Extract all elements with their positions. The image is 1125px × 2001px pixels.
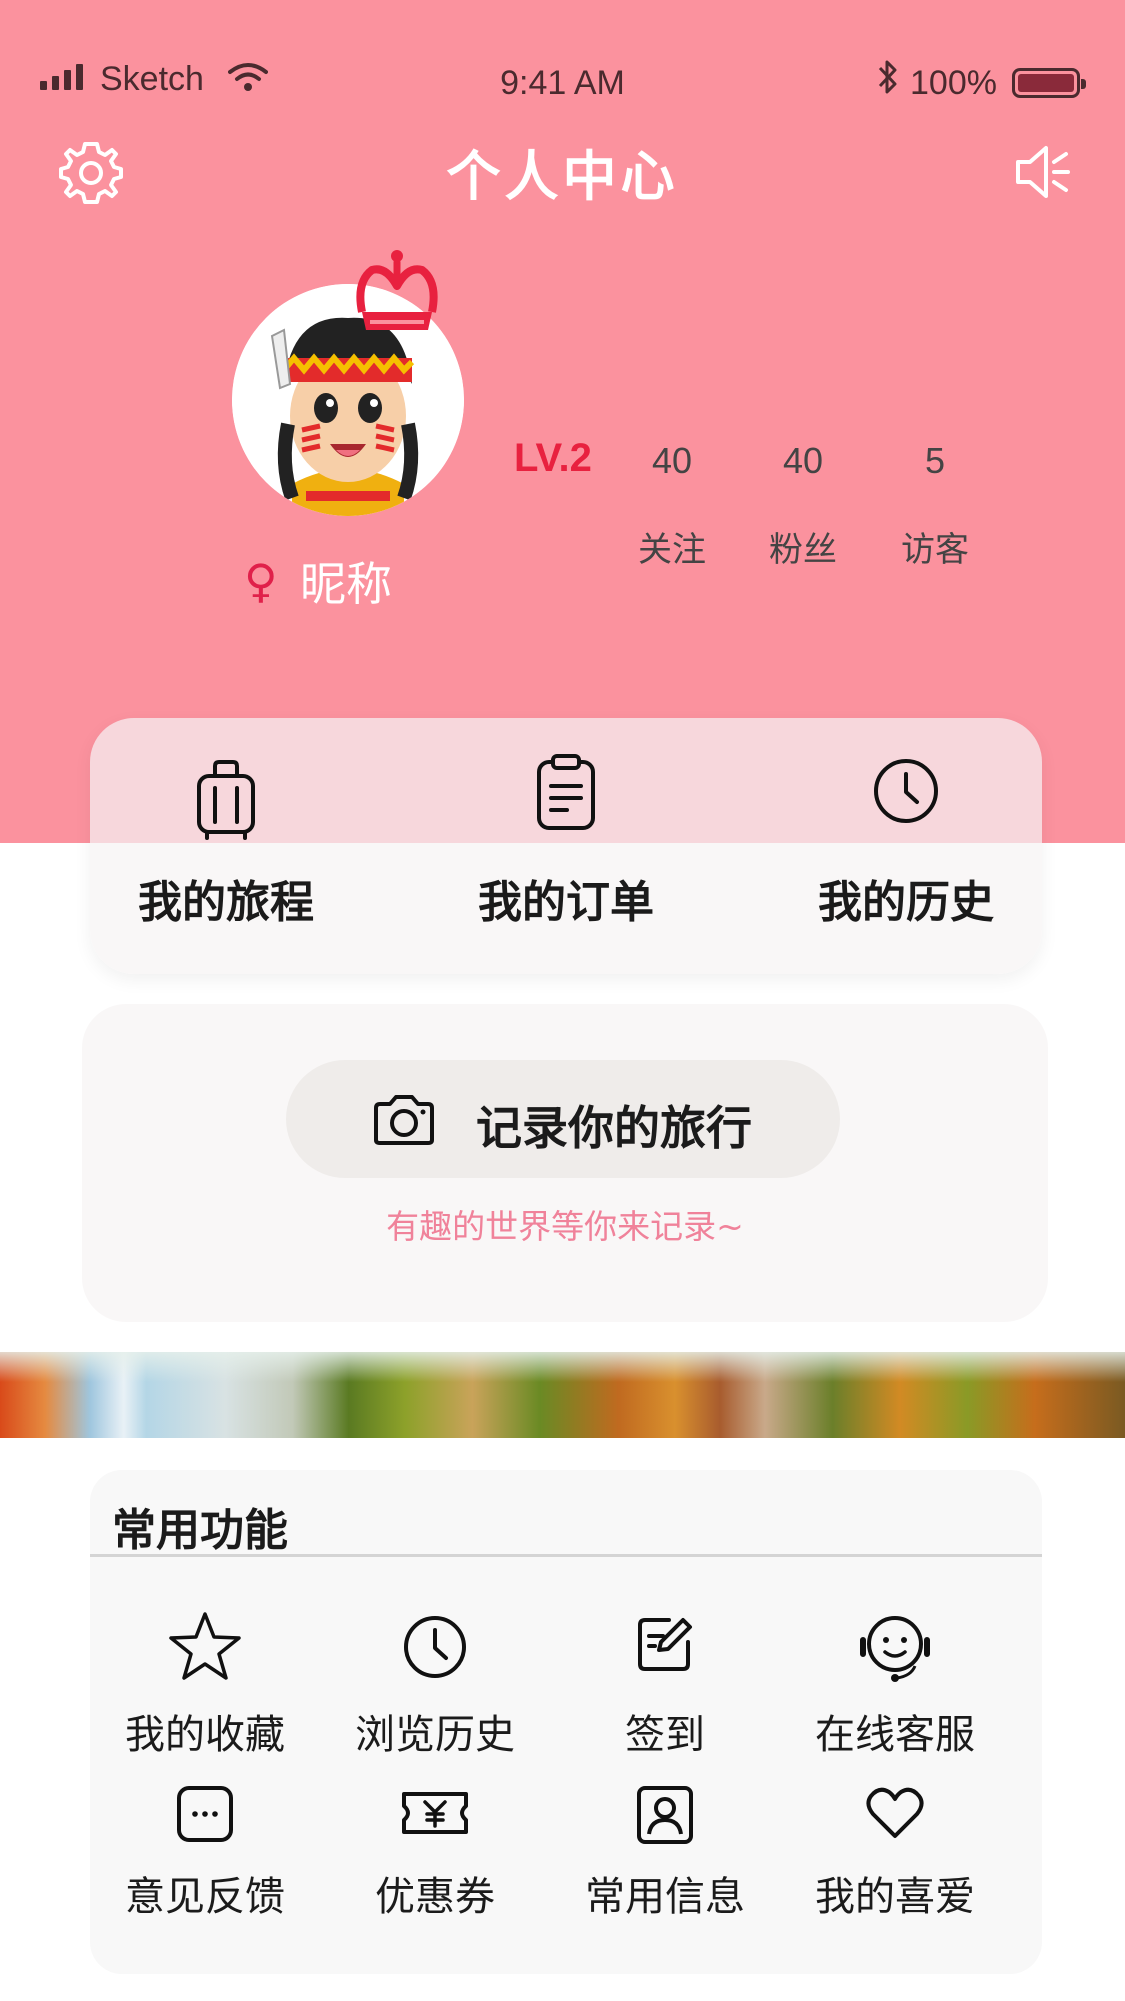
features-divider xyxy=(90,1554,1042,1557)
feature-browse-history[interactable]: 浏览历史 xyxy=(320,1610,550,1770)
quick-actions-card: 我的旅程 我的订单 我的历史 xyxy=(90,718,1042,974)
stat-visitors-count: 5 xyxy=(924,440,946,481)
record-travel-subtitle: 有趣的世界等你来记录~ xyxy=(386,1207,744,1246)
features-title: 常用功能 xyxy=(112,1505,288,1556)
my-orders-label: 我的订单 xyxy=(478,877,654,928)
status-bar: Sketch 9:41 AM 100% xyxy=(0,56,1125,116)
feature-my-likes[interactable]: 我的喜爱 xyxy=(780,1787,1010,1948)
my-orders-button[interactable]: 我的订单 xyxy=(446,718,686,974)
headset-icon xyxy=(860,1616,930,1682)
contact-icon xyxy=(637,1786,693,1844)
feature-coupons[interactable]: 优惠券 xyxy=(320,1788,550,1948)
luggage-icon xyxy=(197,760,255,840)
record-travel-button[interactable]: 记录你的旅行 xyxy=(286,1060,840,1178)
feature-coupons-label: 优惠券 xyxy=(375,1874,495,1920)
feature-my-likes-label: 我的喜爱 xyxy=(815,1874,975,1920)
bluetooth-icon xyxy=(878,60,897,94)
clock-icon xyxy=(404,1616,466,1678)
common-features-card: 常用功能 我的收藏 浏览历史 签到 在线客服 意见反馈 优惠券 常用信息 我的喜… xyxy=(90,1470,1042,1974)
feature-checkin-label: 签到 xyxy=(625,1712,705,1758)
stat-follow-label: 关注 xyxy=(638,530,706,570)
star-icon xyxy=(169,1612,241,1680)
chat-icon xyxy=(177,1786,233,1842)
stat-fans-label: 粉丝 xyxy=(769,530,837,570)
stat-visitors-label: 访客 xyxy=(901,530,969,570)
header-background xyxy=(0,0,1125,843)
page-title: 个人中心 xyxy=(446,145,679,208)
feature-favorites[interactable]: 我的收藏 xyxy=(90,1610,320,1770)
record-travel-card: 记录你的旅行 有趣的世界等你来记录~ xyxy=(82,1004,1048,1322)
level-badge: LV.2 xyxy=(514,436,592,480)
feature-common-info[interactable]: 常用信息 xyxy=(550,1786,780,1948)
landscape-banner[interactable] xyxy=(0,1352,1125,1438)
feature-online-service[interactable]: 在线客服 xyxy=(780,1610,1010,1770)
feature-browse-history-label: 浏览历史 xyxy=(355,1712,515,1758)
clipboard-icon xyxy=(537,754,595,830)
edit-icon xyxy=(638,1618,692,1671)
speaker-icon[interactable] xyxy=(1014,144,1072,200)
feature-online-service-label: 在线客服 xyxy=(815,1712,975,1758)
camera-icon xyxy=(374,1095,434,1145)
record-travel-label: 记录你的旅行 xyxy=(476,1101,752,1155)
my-history-button[interactable]: 我的历史 xyxy=(786,718,1026,974)
battery-percentage: 100% xyxy=(910,64,997,102)
crown-icon xyxy=(356,250,438,330)
coupon-icon xyxy=(402,1792,468,1834)
stat-fans-count: 40 xyxy=(782,440,824,481)
feature-favorites-label: 我的收藏 xyxy=(125,1712,285,1758)
heart-icon xyxy=(866,1787,924,1838)
my-history-label: 我的历史 xyxy=(818,877,994,928)
my-trips-label: 我的旅程 xyxy=(138,877,314,928)
battery-icon xyxy=(1012,68,1086,98)
nickname[interactable]: 昵称 xyxy=(300,548,392,614)
feature-checkin[interactable]: 签到 xyxy=(550,1610,780,1770)
feature-feedback-label: 意见反馈 xyxy=(125,1874,285,1920)
stat-follow-count: 40 xyxy=(651,440,693,481)
my-trips-button[interactable]: 我的旅程 xyxy=(106,718,346,974)
gender-female-icon: ♀ xyxy=(244,554,278,608)
feature-common-info-label: 常用信息 xyxy=(585,1874,745,1920)
feature-feedback[interactable]: 意见反馈 xyxy=(90,1786,320,1948)
clock-icon xyxy=(874,759,938,823)
